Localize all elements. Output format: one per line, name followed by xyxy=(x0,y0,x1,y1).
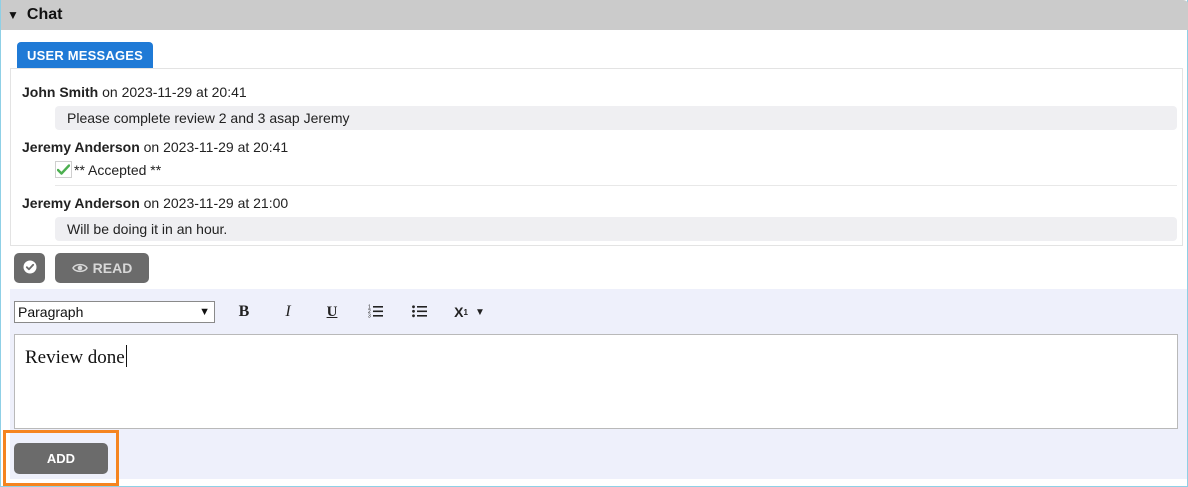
underline-button[interactable]: U xyxy=(317,301,347,323)
subscript-label: X xyxy=(454,304,464,320)
message-meta: on 2023-11-29 at 20:41 xyxy=(98,84,247,100)
message-header: Jeremy Anderson on 2023-11-29 at 20:41 xyxy=(22,139,288,155)
svg-text:3: 3 xyxy=(368,313,371,318)
caret-down-icon[interactable]: ▼ xyxy=(475,307,485,318)
bullet-list-icon xyxy=(412,304,428,321)
message-editor: Paragraph ▼ B I U 1 2 3 X 1 ▼ Review don… xyxy=(10,289,1187,479)
add-button[interactable]: ADD xyxy=(14,443,108,474)
chevron-down-icon: ▼ xyxy=(199,306,210,318)
text-cursor xyxy=(125,345,127,367)
format-select-value: Paragraph xyxy=(18,304,84,320)
message-meta: on 2023-11-29 at 20:41 xyxy=(139,139,289,155)
accept-button[interactable] xyxy=(14,253,45,283)
ordered-list-icon: 1 2 3 xyxy=(368,304,384,321)
message-author: Jeremy Anderson xyxy=(22,195,140,211)
bold-button[interactable]: B xyxy=(229,301,259,323)
editor-toolbar: Paragraph ▼ B I U 1 2 3 X 1 ▼ xyxy=(14,300,485,324)
message-input-text: Review done xyxy=(25,347,125,368)
subscript-button[interactable]: X1 xyxy=(449,301,473,323)
message-author: Jeremy Anderson xyxy=(22,139,140,155)
message-body: Will be doing it in an hour. xyxy=(55,217,1177,241)
triangle-down-icon[interactable]: ▼ xyxy=(7,9,19,21)
bullet-list-button[interactable] xyxy=(405,301,435,323)
message-meta: on 2023-11-29 at 21:00 xyxy=(139,195,289,211)
message-input[interactable]: Review done xyxy=(14,334,1178,429)
eye-icon xyxy=(71,262,88,274)
message-divider xyxy=(55,185,1177,186)
chat-title: Chat xyxy=(26,6,63,23)
message-body: Please complete review 2 and 3 asap Jere… xyxy=(55,106,1177,130)
message-header: Jeremy Anderson on 2023-11-29 at 21:00 xyxy=(22,195,288,211)
accepted-text: ** Accepted ** xyxy=(74,161,162,178)
italic-button[interactable]: I xyxy=(273,301,303,323)
ordered-list-button[interactable]: 1 2 3 xyxy=(361,301,391,323)
format-select[interactable]: Paragraph ▼ xyxy=(14,301,215,323)
message-author: John Smith xyxy=(22,84,99,100)
chat-panel: ▼ Chat USER MESSAGES John Smith on 2023-… xyxy=(0,0,1188,487)
message-header: John Smith on 2023-11-29 at 20:41 xyxy=(22,84,247,100)
accepted-status: ** Accepted ** xyxy=(55,161,161,178)
tab-user-messages[interactable]: USER MESSAGES xyxy=(17,42,154,68)
read-button[interactable]: READ xyxy=(55,253,149,283)
subscript-index: 1 xyxy=(463,307,468,317)
checkmark-icon xyxy=(55,161,72,178)
message-list: John Smith on 2023-11-29 at 20:41 Please… xyxy=(10,68,1183,246)
chat-header[interactable]: ▼ Chat xyxy=(1,0,1188,30)
check-circle-icon xyxy=(23,260,37,277)
read-label: READ xyxy=(92,260,133,276)
